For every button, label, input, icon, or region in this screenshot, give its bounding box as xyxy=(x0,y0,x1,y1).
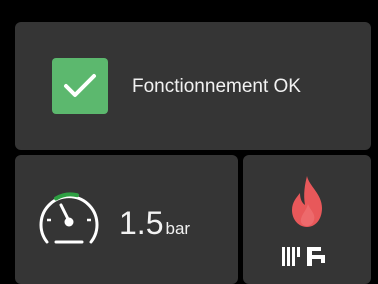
status-check-badge xyxy=(52,58,108,114)
flame-icon xyxy=(292,176,322,227)
pressure-gauge-icon xyxy=(39,192,99,244)
pressure-unit: bar xyxy=(165,219,191,238)
pressure-readout: 1.5 bar xyxy=(119,205,190,242)
check-icon xyxy=(64,74,96,97)
status-text: Fonctionnement OK xyxy=(132,76,301,97)
pressure-value: 1.5 xyxy=(119,205,164,241)
radiator-tap-icon xyxy=(282,247,325,266)
